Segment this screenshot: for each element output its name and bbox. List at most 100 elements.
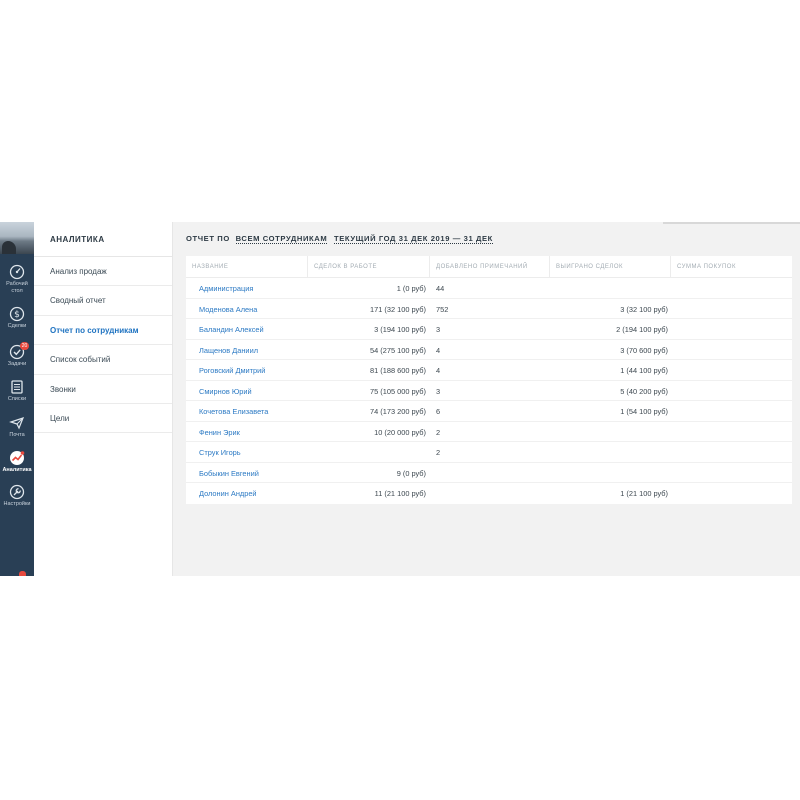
employee-scope-dropdown[interactable]: ВСЕМ СОТРУДНИКАМ <box>235 234 328 244</box>
deals-won-cell: 3 (70 600 руб) <box>620 345 668 355</box>
column-header-won[interactable]: ВЫИГРАНО СДЕЛОК <box>550 256 671 277</box>
deals-in-progress-cell: 75 (105 000 руб) <box>369 386 426 396</box>
notification-dot[interactable] <box>19 571 26 576</box>
employee-name-link[interactable]: Кочетова Елизавета <box>186 401 308 421</box>
tasks-count-badge: 20 <box>20 342 29 350</box>
employee-name-link[interactable]: Роговский Дмитрий <box>186 360 308 380</box>
main-nav-rail: Рабочий стол $ Сделки 20 Задачи Списки П… <box>0 222 34 576</box>
deals-won-cell: 5 (40 200 руб) <box>620 386 668 396</box>
table-row: Бобыкин Евгений 9 (0 руб) <box>186 463 792 483</box>
purchase-sum-cell <box>671 340 792 360</box>
deals-won-cell <box>550 442 671 462</box>
menu-item-goals[interactable]: Цели <box>34 404 172 434</box>
deals-won-cell: 2 (194 100 руб) <box>616 325 668 334</box>
employee-name-link[interactable]: Баландин Алексей <box>186 319 308 339</box>
deals-in-progress-cell: 9 (0 руб) <box>396 468 426 478</box>
table-row: Лащенов Даниил 54 (275 100 руб) 4 3 (70 600… <box>186 340 792 360</box>
table-row: Кочетова Елизавета 74 (173 200 руб) 6 1 (54… <box>186 401 792 422</box>
deals-won-cell: 1 (21 100 руб) <box>620 489 668 498</box>
nav-lists-label: Списки <box>7 396 27 402</box>
menu-item-employee-report[interactable]: Отчет по сотрудникам <box>34 316 172 346</box>
column-header-sum[interactable]: СУММА ПОКУПОК <box>671 256 792 277</box>
notes-added-cell: 2 <box>436 427 441 437</box>
app-window: Рабочий стол $ Сделки 20 Задачи Списки П… <box>0 222 800 576</box>
table-row: Смирнов Юрий 75 (105 000 руб) 3 5 (40 200 р… <box>186 381 792 401</box>
purchase-sum-cell <box>671 381 792 401</box>
menu-item-calls[interactable]: Звонки <box>34 375 172 404</box>
mail-icon <box>0 415 34 431</box>
nav-dashboard-label-2: стол <box>11 288 23 294</box>
employee-name-link[interactable]: Бобыкин Евгений <box>186 463 308 483</box>
deals-won-cell <box>550 278 671 298</box>
nav-mail[interactable]: Почта <box>0 415 34 439</box>
deals-in-progress-cell: 74 (173 200 руб) <box>369 407 426 416</box>
deals-in-progress-cell: 10 (20 000 руб) <box>374 427 426 437</box>
dollar-icon: $ <box>0 306 34 322</box>
report-title-prefix: ОТЧЕТ ПО <box>186 234 230 243</box>
employee-name-link[interactable]: Фенин Эрик <box>186 422 308 442</box>
column-header-name[interactable]: НАЗВАНИЕ <box>186 256 308 277</box>
purchase-sum-cell <box>671 483 792 504</box>
deals-won-cell: 1 (44 100 руб) <box>620 366 668 375</box>
nav-dashboard[interactable]: Рабочий стол <box>0 264 34 295</box>
deals-won-cell: 3 (32 100 руб) <box>620 304 668 314</box>
nav-analytics[interactable]: Аналитика <box>0 450 34 474</box>
menu-title: АНАЛИТИКА <box>34 222 172 257</box>
employee-name-link[interactable]: Долонин Андрей <box>186 483 308 504</box>
nav-settings-label: Настройки <box>3 501 31 507</box>
table-row: Струк Игорь 2 <box>186 442 792 463</box>
purchase-sum-cell <box>671 422 792 442</box>
nav-dashboard-label-1: Рабочий <box>6 281 28 287</box>
deals-in-progress-cell: 171 (32 100 руб) <box>369 304 426 314</box>
dashboard-icon <box>0 264 34 280</box>
deals-in-progress-cell: 11 (21 100 руб) <box>374 489 426 498</box>
notes-added-cell: 4 <box>436 345 441 355</box>
nav-tasks[interactable]: 20 Задачи <box>0 342 34 368</box>
analytics-menu: АНАЛИТИКА Анализ продаж Сводный отчет От… <box>34 222 173 576</box>
purchase-sum-cell <box>671 360 792 380</box>
deals-won-cell <box>550 422 671 442</box>
notes-added-cell: 4 <box>436 366 441 375</box>
nav-settings[interactable]: Настройки <box>0 484 34 508</box>
purchase-sum-cell <box>671 401 792 421</box>
purchase-sum-cell <box>671 319 792 339</box>
purchase-sum-cell <box>671 299 792 319</box>
list-icon <box>0 379 34 395</box>
nav-mail-label: Почта <box>9 432 25 438</box>
purchase-sum-cell <box>671 278 792 298</box>
nav-lists[interactable]: Списки <box>0 379 34 403</box>
nav-analytics-label: Аналитика <box>2 467 32 473</box>
employee-name-link[interactable]: Администрация <box>186 278 308 298</box>
employee-name-link[interactable]: Лащенов Даниил <box>186 340 308 360</box>
notes-added-cell: 3 <box>436 386 441 396</box>
svg-text:$: $ <box>14 310 20 320</box>
column-header-notes[interactable]: ДОБАВЛЕНО ПРИМЕЧАНИЙ <box>430 256 550 277</box>
nav-deals[interactable]: $ Сделки <box>0 306 34 330</box>
notes-added-cell: 3 <box>436 325 441 334</box>
analytics-icon <box>0 450 34 466</box>
nav-tasks-label: Задачи <box>7 361 27 367</box>
deals-in-progress-cell: 1 (0 руб) <box>396 284 426 293</box>
table-row: Долонин Андрей 11 (21 100 руб) 1 (21 100 р… <box>186 483 792 504</box>
menu-item-sales-analysis[interactable]: Анализ продаж <box>34 257 172 287</box>
employee-name-link[interactable]: Моденова Алена <box>186 299 308 319</box>
menu-item-summary-report[interactable]: Сводный отчет <box>34 286 172 316</box>
purchase-sum-cell <box>671 463 792 483</box>
deals-in-progress-cell <box>308 442 430 462</box>
report-content: ОТЧЕТ ПО ВСЕМ СОТРУДНИКАМ ТЕКУЩИЙ ГОД 31… <box>173 222 800 576</box>
employee-name-link[interactable]: Смирнов Юрий <box>186 381 308 401</box>
notes-added-cell <box>430 463 550 483</box>
period-dropdown[interactable]: ТЕКУЩИЙ ГОД 31 ДЕК 2019 — 31 ДЕК <box>334 234 493 244</box>
top-divider <box>663 222 800 224</box>
employee-report-table: НАЗВАНИЕ СДЕЛОК В РАБОТЕ ДОБАВЛЕНО ПРИМЕ… <box>186 256 792 504</box>
deals-in-progress-cell: 54 (275 100 руб) <box>369 345 426 355</box>
user-avatar[interactable] <box>0 222 34 254</box>
column-header-deals[interactable]: СДЕЛОК В РАБОТЕ <box>308 256 430 277</box>
menu-item-events-list[interactable]: Список событий <box>34 345 172 375</box>
employee-name-link[interactable]: Струк Игорь <box>186 442 308 462</box>
table-row: Роговский Дмитрий 81 (188 600 руб) 4 1 (44 … <box>186 360 792 381</box>
wrench-icon <box>0 484 34 500</box>
notes-added-cell: 44 <box>436 284 445 293</box>
table-row: Фенин Эрик 10 (20 000 руб) 2 <box>186 422 792 442</box>
deals-won-cell <box>550 463 671 483</box>
